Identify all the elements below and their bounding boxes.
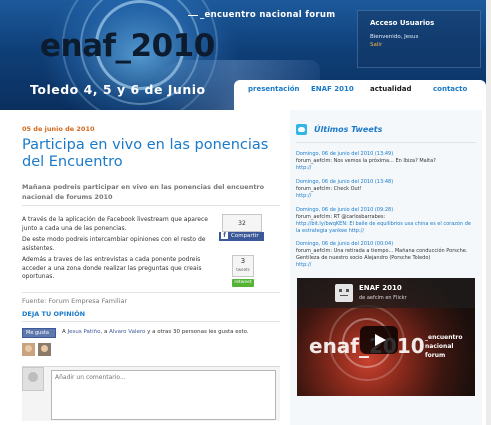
tweet-count-unit: tweets	[236, 267, 250, 272]
article-paragraph: A través de la aplicación de Facebook li…	[22, 216, 208, 232]
user-welcome: Bienvenido, Jesus	[370, 34, 419, 40]
tweet-date: Domingo, 06 de junio del 2010 (00:04)	[296, 241, 394, 247]
opinion-heading: DEJA TU OPINIÓN	[22, 310, 86, 318]
tweet-link[interactable]: http://	[296, 193, 311, 199]
divider	[22, 205, 280, 206]
divider	[22, 292, 280, 293]
article-source: Fuente: Forum Empresa Familiar	[22, 297, 128, 305]
tweet-item: Domingo, 06 de junio del 2010 (00:04) fo…	[296, 241, 476, 269]
divider	[22, 321, 280, 322]
divider	[296, 142, 476, 143]
article-lead: Mañana podreis participar en vivo en las…	[22, 183, 265, 201]
like-user-link[interactable]: Alvaro Valero	[109, 329, 145, 335]
user-access-title: Acceso Usuarios	[370, 19, 435, 27]
video-title[interactable]: ENAF 2010	[359, 284, 402, 292]
like-user-link[interactable]: Jesus Patiño	[68, 329, 101, 335]
twitter-widget-title[interactable]: Últimos Tweets	[314, 125, 382, 134]
article-date: 05 de junio de 2010	[22, 125, 95, 133]
tweet-date: Domingo, 06 de junio del 2010 (09:28)	[296, 207, 394, 213]
tweet-item: Domingo, 06 de junio del 2010 (13:49) fo…	[296, 151, 476, 172]
like-summary: A Jesus Patiño, a Alvaro Valero y a otra…	[62, 329, 292, 335]
like-middle: , a	[100, 329, 108, 335]
like-suffix: y a otras 30 personas les gusta esto.	[147, 329, 249, 335]
facebook-icon: f	[221, 232, 228, 239]
article-title[interactable]: Participa en vivo en las ponencias del E…	[22, 137, 282, 171]
flickr-video-player[interactable]: enaf_2010 _encuentro nacional forum ENAF…	[297, 278, 475, 396]
comment-form	[22, 366, 280, 421]
scrollbar[interactable]	[486, 0, 491, 425]
facebook-like-button[interactable]: Me gusta	[22, 328, 56, 338]
video-side-text: _encuentro nacional forum	[425, 334, 463, 359]
like-prefix: A	[62, 329, 66, 335]
share-label: Compartir	[231, 233, 259, 239]
tweet-count: 3	[240, 257, 246, 265]
tweet-count-box: 3 tweets	[232, 255, 254, 277]
retweet-button[interactable]: retweet	[232, 279, 254, 287]
nav-item-actualidad[interactable]: actualidad	[370, 85, 411, 93]
video-header: ENAF 2010 de aefclm en Flickr	[297, 278, 475, 308]
site-subtitle: _encuentro nacional forum	[187, 10, 336, 20]
avatar	[22, 367, 44, 391]
avatar[interactable]	[38, 343, 51, 356]
play-icon[interactable]	[360, 326, 398, 354]
user-access-box: Acceso Usuarios Bienvenido, Jesus Salir	[357, 10, 481, 68]
facebook-share-button[interactable]: f Compartir	[219, 232, 264, 241]
tweet-link[interactable]: http://	[349, 228, 364, 234]
tweet-item: Domingo, 06 de junio del 2010 (09:28) fo…	[296, 207, 476, 235]
comment-input[interactable]	[51, 370, 276, 420]
nav-item-enaf-2010[interactable]: ENAF 2010	[311, 85, 354, 93]
tweet-date: Domingo, 06 de junio del 2010 (13:49)	[296, 151, 394, 157]
tweet-text: forum_aefclm: Una retirada a tiempo... M…	[296, 248, 468, 261]
main-nav: presentación ENAF 2010 actualidad contac…	[234, 80, 486, 110]
share-count: 32	[222, 214, 262, 232]
tweet-link[interactable]: http://	[296, 165, 311, 171]
article-paragraph: De este modo podreis intercambiar opinio…	[22, 236, 206, 252]
tweet-link[interactable]: http://	[296, 262, 311, 268]
event-dates: Toledo 4, 5 y 6 de Junio	[30, 82, 206, 97]
video-avatar-icon	[335, 284, 353, 302]
tweet-text: forum_aefclm: RT @carlosbarrabes:	[296, 214, 386, 220]
tweet-item: Domingo, 06 de junio del 2010 (13:48) fo…	[296, 179, 476, 200]
site-header: enaf_2010 _encuentro nacional forum Tole…	[0, 0, 491, 110]
nav-item-contacto[interactable]: contacto	[433, 85, 467, 93]
article-paragraph: Además a traves de las entrevistas a cad…	[22, 256, 202, 280]
nav-item-presentacion[interactable]: presentación	[248, 85, 300, 93]
logout-link[interactable]: Salir	[370, 42, 382, 48]
tweet-text: forum_aefclm: Nos vemos la próxima... En…	[296, 158, 436, 164]
tweet-text: forum_aefclm: Check Out!	[296, 186, 362, 192]
avatar[interactable]	[22, 343, 35, 356]
video-byline[interactable]: de aefclm en Flickr	[359, 295, 407, 301]
sidebar: Últimos Tweets Domingo, 06 de junio del …	[290, 110, 482, 425]
twitter-icon	[296, 124, 307, 135]
tweet-date: Domingo, 06 de junio del 2010 (13:48)	[296, 179, 394, 185]
tweet-link[interactable]: http://bit.ly/bwqKEN: El baile de equili…	[296, 221, 471, 234]
site-logo[interactable]: enaf_2010	[40, 28, 215, 64]
